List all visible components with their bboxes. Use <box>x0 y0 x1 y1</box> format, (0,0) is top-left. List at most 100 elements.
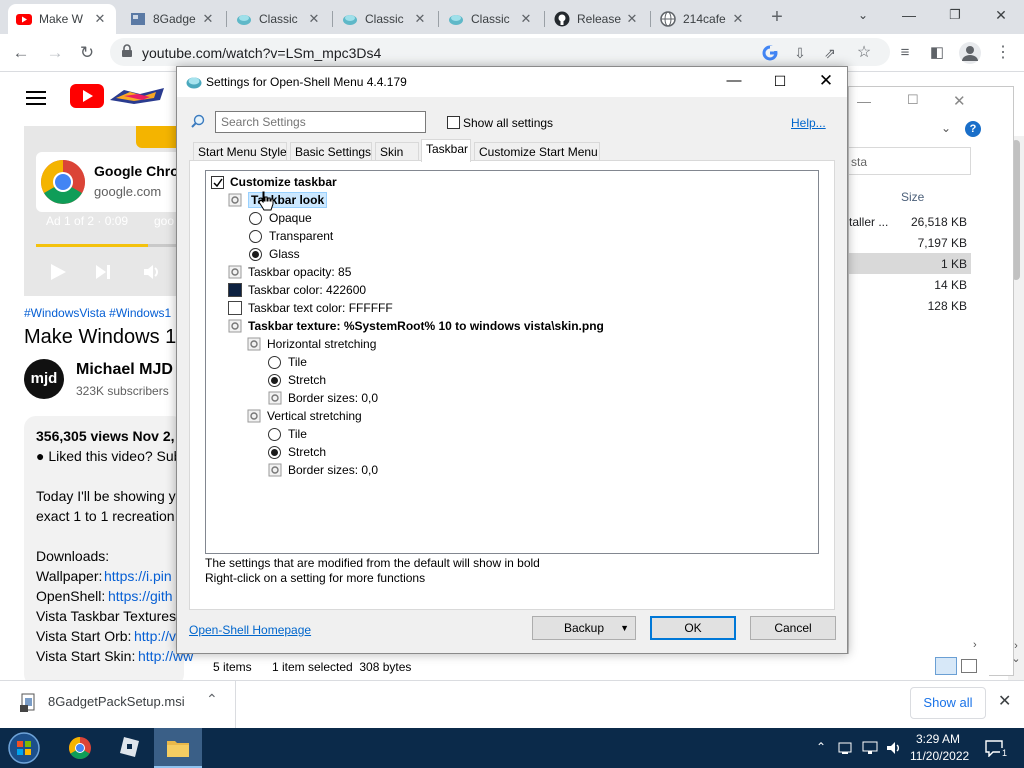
chrome-taskbar-icon[interactable] <box>56 728 104 768</box>
close-window-button[interactable]: ✕ <box>953 92 966 110</box>
youtube-logo[interactable] <box>70 84 104 108</box>
minimize-button[interactable]: — <box>857 93 871 109</box>
open-shell-homepage-link[interactable]: Open-Shell Homepage <box>189 623 311 637</box>
taskbar-color-swatch[interactable] <box>228 283 242 297</box>
progress-track[interactable] <box>36 244 176 247</box>
scroll-right-arrow[interactable]: › <box>973 639 977 651</box>
forward-button[interactable]: → <box>42 40 68 66</box>
back-button[interactable]: ← <box>8 40 34 66</box>
play-icon[interactable] <box>48 262 68 282</box>
close-icon[interactable]: ✕ <box>200 11 216 27</box>
taskbar-color-row[interactable]: Taskbar color: 422600 <box>228 281 366 299</box>
ad-card[interactable]: Google Chro google.com <box>36 152 179 212</box>
clock-date[interactable]: 11/20/2022 <box>910 749 969 763</box>
details-view-icon[interactable] <box>935 657 957 675</box>
google-icon[interactable] <box>760 43 780 63</box>
list-item[interactable]: 128 KB <box>849 295 1007 316</box>
close-icon[interactable]: ✕ <box>412 11 428 27</box>
minimize-button[interactable]: — <box>711 67 757 97</box>
taskbar-text-color-row[interactable]: Taskbar text color: FFFFFF <box>228 299 393 317</box>
close-icon[interactable]: ✕ <box>624 11 640 27</box>
maximize-button[interactable]: ☐ <box>757 67 803 97</box>
v-tile-radio[interactable] <box>268 427 281 441</box>
close-icon[interactable]: ✕ <box>518 11 534 27</box>
new-tab-button[interactable]: + <box>764 4 790 30</box>
taskbar-opacity-row[interactable]: Taskbar opacity: 85 <box>228 263 351 281</box>
tab-taskbar[interactable]: Taskbar <box>421 139 471 162</box>
address-bar[interactable]: youtube.com/watch?v=LSm_mpc3Ds4 ⇩ ⇗ ☆ <box>110 38 890 66</box>
close-dialog-button[interactable]: ✕ <box>803 67 849 97</box>
download-link[interactable]: https://gith <box>108 588 173 604</box>
list-item[interactable]: 14 KB <box>849 274 1007 295</box>
tab-skin[interactable]: Skin <box>375 142 419 161</box>
taskbar-texture-row[interactable]: Taskbar texture: %SystemRoot% 10 to wind… <box>228 317 604 335</box>
start-orb-icon[interactable] <box>0 728 48 768</box>
roblox-taskbar-icon[interactable] <box>104 728 152 768</box>
maximize-button[interactable]: ☐ <box>907 92 919 108</box>
opaque-radio[interactable] <box>249 211 262 225</box>
profile-avatar[interactable] <box>958 41 982 65</box>
show-all-downloads-button[interactable]: Show all <box>910 687 986 719</box>
ok-button[interactable]: OK <box>650 616 736 640</box>
show-all-settings-checkbox[interactable] <box>447 116 460 129</box>
tab-8gadget[interactable]: 8Gadge ✕ <box>122 4 224 34</box>
channel-name[interactable]: Michael MJD <box>76 361 173 379</box>
menu-kebab-icon[interactable]: ⋮ <box>990 40 1016 66</box>
close-icon[interactable]: ✕ <box>92 11 108 27</box>
volume-icon[interactable] <box>142 262 162 282</box>
network-warning-icon[interactable] <box>838 740 854 756</box>
scroll-arrows[interactable]: › ⌄ <box>1008 640 1024 670</box>
share-icon[interactable]: ⇗ <box>820 43 840 63</box>
video-player[interactable]: Google Chro google.com Ad 1 of 2 · 0:09 … <box>24 126 179 296</box>
dialog-title-bar[interactable]: Settings for Open-Shell Menu 4.4.179 — ☐… <box>177 67 847 97</box>
hamburger-menu-icon[interactable] <box>26 90 46 106</box>
list-item[interactable]: taller ... 26,518 KB <box>849 211 1007 232</box>
large-icons-view-icon[interactable] <box>961 659 977 673</box>
tab-classic-3[interactable]: Classic ✕ <box>440 4 542 34</box>
cancel-button[interactable]: Cancel <box>750 616 836 640</box>
v-option-tile[interactable]: Tile <box>268 425 307 443</box>
horizontal-stretching-row[interactable]: Horizontal stretching <box>247 335 376 353</box>
tab-youtube[interactable]: Make W ✕ <box>8 4 116 34</box>
vertical-stretching-row[interactable]: Vertical stretching <box>247 407 362 425</box>
column-header-size[interactable]: Size <box>901 190 924 204</box>
settings-tree[interactable]: Customize taskbar Taskbar look Opaque Tr… <box>205 170 819 554</box>
tab-start-menu-style[interactable]: Start Menu Style <box>193 142 287 161</box>
minimize-button[interactable]: — <box>886 0 932 34</box>
h-tile-radio[interactable] <box>268 355 281 369</box>
list-item-selected[interactable]: 1 KB <box>849 253 971 274</box>
option-transparent[interactable]: Transparent <box>249 227 333 245</box>
taskbar-text-color-swatch[interactable] <box>228 301 242 315</box>
close-icon[interactable]: ✕ <box>730 11 746 27</box>
download-link[interactable]: http://v <box>134 628 176 644</box>
h-stretch-radio[interactable] <box>268 373 281 387</box>
tab-customize-start-menu[interactable]: Customize Start Menu <box>474 142 600 161</box>
network-icon[interactable] <box>862 740 880 756</box>
install-icon[interactable]: ⇩ <box>790 43 810 63</box>
chevron-up-icon[interactable]: ⌃ <box>206 691 218 708</box>
media-control-icon[interactable]: ≡ <box>892 40 918 66</box>
customize-taskbar-checkbox[interactable] <box>211 175 224 189</box>
clock-time[interactable]: 3:29 AM <box>916 732 960 746</box>
tab-classic-2[interactable]: Classic ✕ <box>334 4 436 34</box>
h-option-tile[interactable]: Tile <box>268 353 307 371</box>
chevron-up-icon[interactable]: ⌃ <box>816 740 826 754</box>
h-border-sizes-row[interactable]: Border sizes: 0,0 <box>268 389 378 407</box>
tab-214cafe[interactable]: 214cafe ✕ <box>652 4 754 34</box>
tab-basic-settings[interactable]: Basic Settings <box>290 142 372 161</box>
taskbar-look-row[interactable]: Taskbar look <box>228 191 328 209</box>
channel-avatar[interactable]: mjd <box>24 359 64 399</box>
transparent-radio[interactable] <box>249 229 262 243</box>
volume-icon[interactable] <box>886 740 904 756</box>
option-glass[interactable]: Glass <box>249 245 300 263</box>
tab-search-button[interactable]: ⌄ <box>840 0 886 34</box>
explorer-search-box[interactable]: sta <box>849 147 971 175</box>
glass-radio[interactable] <box>249 247 262 261</box>
tab-github-release[interactable]: Release ✕ <box>546 4 648 34</box>
customize-taskbar-row[interactable]: Customize taskbar <box>211 173 337 191</box>
close-icon[interactable]: ✕ <box>306 11 322 27</box>
v-border-sizes-row[interactable]: Border sizes: 0,0 <box>268 461 378 479</box>
search-settings-input[interactable] <box>215 111 426 133</box>
v-option-stretch[interactable]: Stretch <box>268 443 326 461</box>
download-link[interactable]: https://i.pin <box>104 568 172 584</box>
